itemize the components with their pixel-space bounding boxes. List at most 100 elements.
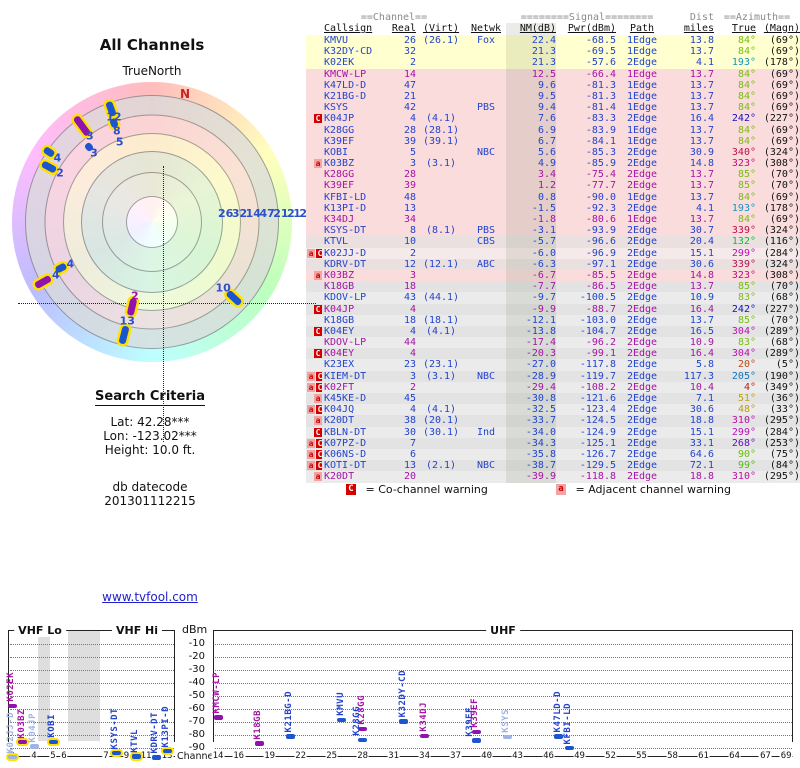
- real-channel-cell: 39: [403, 135, 416, 147]
- pwr-dbm-cell: -97.1: [585, 258, 616, 270]
- azimuth-true-cell: 340°: [731, 146, 756, 158]
- channel-tick-label: 49: [573, 751, 586, 761]
- virtual-channel-cell: (4.1): [425, 325, 457, 337]
- distance-cell: 10.4: [689, 381, 714, 393]
- azimuth-true-cell: 205°: [731, 370, 756, 382]
- table-row: K18GB 18 -7.7 -86.5 2Edge 13.7 85° (70°): [306, 281, 800, 293]
- channel-tick-label: 14: [211, 751, 225, 761]
- virtual-channel-cell: [416, 192, 466, 203]
- azimuth-true-cell: 99°: [737, 460, 756, 472]
- virtual-channel-cell: [416, 91, 466, 102]
- callsign-cell: K28GG: [324, 169, 355, 181]
- network-cell: [466, 169, 506, 180]
- path-cell: 2Edge: [626, 158, 658, 170]
- callsign-cell: K21BG-D: [324, 90, 367, 102]
- real-channel-cell: 3: [409, 158, 416, 170]
- real-channel-cell: 3: [409, 269, 416, 281]
- gridline: [214, 748, 792, 749]
- pwr-dbm-cell: -81.3: [585, 79, 616, 91]
- gridline: [9, 696, 174, 697]
- table-row: a C K04JQ 4 (4.1) -32.5 -123.4 2Edge 30.6 48° (33°…: [306, 404, 800, 416]
- azimuth-magn-cell: (227°): [763, 113, 800, 125]
- virtual-channel-cell: [416, 449, 466, 460]
- adjacent-channel-badge: a: [307, 449, 315, 459]
- azimuth-true-cell: 20°: [737, 359, 756, 371]
- nm-db-cell: -33.7: [506, 415, 556, 427]
- real-channel-cell: 28: [403, 124, 416, 136]
- pwr-dbm-cell: -81.3: [585, 90, 616, 102]
- gridline: [9, 683, 174, 684]
- channel-tick-label: 34: [418, 751, 432, 761]
- path-cell: 2Edge: [626, 202, 658, 214]
- real-channel-cell: 20: [403, 471, 416, 483]
- adjacent-channel-badge: a: [556, 483, 566, 495]
- network-cell: [466, 449, 506, 460]
- callsign-cell: KTVL: [324, 236, 349, 248]
- virtual-channel-cell: [416, 57, 466, 68]
- co-channel-badge: C: [314, 114, 322, 124]
- distance-cell: 30.6: [689, 258, 714, 270]
- band-signal-chart: VHF Lo VHF Hi UHF dBm Channel -10 -20 -30-…: [0, 615, 800, 768]
- table-row: KSYS 42 PBS 9.4 -81.4 1Edge 13.7 84° (69°): [306, 102, 800, 114]
- path-cell: 2Edge: [626, 247, 658, 259]
- azimuth-magn-cell: (69°): [769, 191, 800, 203]
- virtual-channel-cell: [416, 203, 466, 214]
- signal-bar: [162, 748, 172, 754]
- dbm-tick-label: -80: [188, 729, 205, 740]
- signal-callsign-label: KTVL: [130, 728, 140, 753]
- table-row: a C K06NS-D 6 -35.8 -126.7 2Edge 64.6 90° (75°): [306, 448, 800, 461]
- nm-db-cell: -17.4: [506, 337, 556, 349]
- nm-db-cell: -34.0: [506, 426, 556, 438]
- path-cell: 2Edge: [626, 471, 658, 483]
- virtual-channel-cell: (4.1): [425, 404, 457, 416]
- polar-marker-label: 3: [90, 146, 98, 160]
- pwr-dbm-cell: -69.5: [585, 46, 616, 58]
- pwr-dbm-cell: -84.1: [585, 135, 616, 147]
- signal-bar: [420, 733, 430, 739]
- callsign-cell: KBLN-DT: [324, 426, 367, 438]
- virtual-channel-cell: [416, 438, 466, 449]
- nm-db-cell: -28.9: [506, 370, 556, 382]
- azimuth-true-cell: 339°: [731, 225, 756, 237]
- network-cell: [466, 404, 506, 415]
- callsign-cell: K39EF: [324, 180, 355, 192]
- table-row: a K03BZ 3 -6.7 -85.5 2Edge 14.8 323° (308°): [306, 269, 800, 282]
- network-cell: PBS: [476, 225, 496, 237]
- real-channel-cell: 5: [409, 146, 416, 158]
- polar-marker-label: 5: [115, 135, 124, 149]
- path-cell: 2Edge: [626, 236, 658, 248]
- co-channel-badge: C: [314, 304, 322, 314]
- azimuth-true-cell: 84°: [737, 214, 756, 225]
- azimuth-magn-cell: (69°): [769, 90, 800, 102]
- channel-tick-label: 4: [30, 751, 38, 761]
- pwr-dbm-cell: -104.7: [579, 325, 616, 337]
- pwr-dbm-cell: -83.3: [585, 113, 616, 125]
- pwr-dbm-cell: -108.2: [579, 381, 616, 393]
- azimuth-magn-cell: (69°): [769, 102, 800, 114]
- warn-cell: [306, 192, 322, 203]
- polar-marker-label: 4: [53, 151, 62, 165]
- virtual-channel-cell: [416, 69, 466, 80]
- adjacent-channel-text: = Adjacent channel warning: [575, 482, 732, 496]
- cluster-channel-label: 32: [231, 207, 248, 220]
- azimuth-true-cell: 242°: [731, 113, 756, 125]
- signal-bar: [7, 754, 17, 760]
- azimuth-magn-cell: (289°): [763, 325, 800, 337]
- real-channel-cell: 2: [409, 57, 416, 69]
- azimuth-magn-cell: (190°): [763, 370, 800, 382]
- real-channel-cell: 18: [403, 314, 416, 326]
- distance-cell: 13.7: [689, 135, 714, 147]
- azimuth-magn-cell: (308°): [763, 158, 800, 170]
- azimuth-magn-cell: (116°): [763, 236, 800, 248]
- real-channel-cell: 4: [409, 303, 416, 315]
- azimuth-true-cell: 132°: [731, 236, 756, 248]
- callsign-cell: K45KE-D: [324, 393, 367, 404]
- gridline: [9, 709, 174, 710]
- table-row: KFBI-LD 48 0.8 -90.0 1Edge 13.7 84° (69°): [306, 191, 800, 203]
- path-cell: 2Edge: [626, 225, 658, 237]
- nm-db-cell: -5.7: [506, 236, 556, 248]
- table-row: a K20DT 38 (20.1) -33.7 -124.5 2Edge 18.8 310° (2…: [306, 415, 800, 427]
- virtual-channel-cell: (12.1): [422, 258, 460, 270]
- tvfool-link[interactable]: www.tvfool.com: [102, 590, 198, 604]
- warn-cell: [306, 57, 322, 68]
